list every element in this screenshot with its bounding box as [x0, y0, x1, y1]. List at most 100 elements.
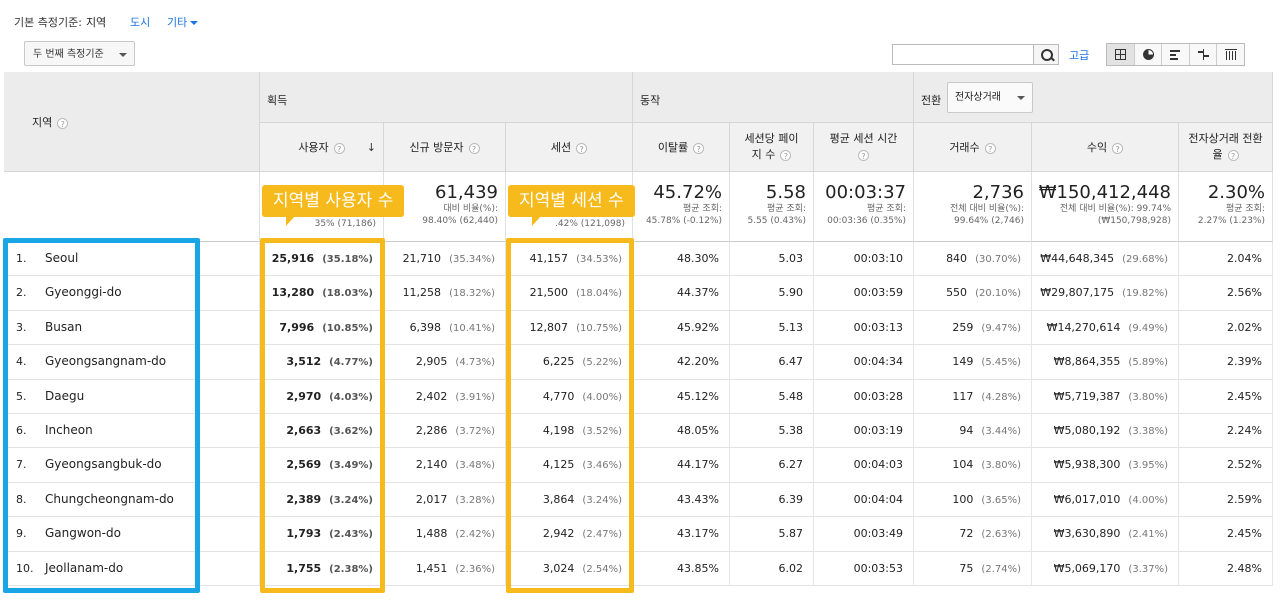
totals-transactions-sub1: 전체 대비 비율(%):	[949, 204, 1024, 214]
bounce-cell: 48.05%	[633, 414, 730, 449]
performance-view-button[interactable]	[1162, 44, 1190, 65]
avg-session-duration-column-header[interactable]: 평균 세션 시간?	[814, 123, 914, 172]
totals-avg-duration: 00:03:37 평균 조회: 00:03:36 (0.35%)	[814, 172, 914, 242]
acquisition-group-header: 획득	[260, 72, 633, 123]
rate-value: 2.48%	[1227, 561, 1262, 575]
pages-value: 6.27	[778, 458, 804, 472]
secondary-dimension-dropdown[interactable]: 두 번째 측정기준	[24, 41, 135, 66]
rate-cell: 2.45%	[1179, 517, 1273, 552]
chevron-down-icon	[1017, 96, 1025, 100]
rev-cell: ₩3,630,890 (2.41%)	[1032, 517, 1179, 552]
txn-cell: 104 (3.80%)	[914, 448, 1032, 483]
new-value: 2,402	[415, 389, 448, 403]
rate-cell: 2.52%	[1179, 448, 1273, 483]
dur-cell: 00:03:53	[814, 551, 914, 586]
totals-bounce-rate: 45.72% 평균 조회: 45.78% (-0.12%)	[633, 172, 730, 242]
pages-value: 5.90	[778, 286, 804, 300]
dur-value: 00:03:10	[853, 252, 903, 265]
bounce-value: 48.05%	[677, 424, 719, 437]
revenue-column-header[interactable]: 수익?	[1032, 123, 1179, 172]
sessions-column-header[interactable]: 세션?	[506, 123, 633, 172]
help-icon[interactable]: ?	[693, 142, 705, 154]
help-icon[interactable]: ?	[780, 149, 792, 161]
primary-dimension-caption: 기본 측정기준:	[14, 16, 82, 29]
new-cell: 2,402 (3.91%)	[384, 379, 506, 414]
conversion-group-header: 전환 전자상거래	[914, 72, 1273, 123]
new-users-header-label: 신규 방문자	[409, 141, 464, 154]
txn-value: 75	[959, 561, 974, 575]
new-percent: (3.91%)	[455, 391, 495, 403]
bounce-rate-header-label: 이탈률	[657, 141, 689, 154]
pie-view-button[interactable]	[1135, 44, 1163, 65]
rate-value: 2.52%	[1227, 458, 1262, 472]
totals-revenue: ₩150,412,448 전체 대비 비율(%): 99.74% (₩150,7…	[1032, 172, 1179, 242]
rev-value: ₩5,938,300	[1053, 458, 1121, 472]
rate-value: 2.24%	[1227, 424, 1262, 437]
rate-value: 2.39%	[1227, 355, 1262, 369]
help-icon[interactable]: ?	[1112, 142, 1124, 154]
primary-dimension-current[interactable]: 지역	[86, 16, 106, 29]
pages-cell: 6.02	[730, 551, 814, 586]
new-value: 2,017	[415, 492, 448, 506]
rev-percent: (4.00%)	[1128, 494, 1168, 506]
pages-per-session-column-header[interactable]: 세션당 페이지 수?	[730, 123, 814, 172]
bounce-cell: 45.12%	[633, 379, 730, 414]
dur-value: 00:03:53	[853, 561, 903, 575]
comparison-view-button[interactable]	[1190, 44, 1218, 65]
help-icon[interactable]: ?	[858, 149, 869, 161]
help-icon[interactable]: ?	[576, 142, 588, 154]
txn-percent: (2.63%)	[981, 529, 1021, 541]
table-search-input[interactable]	[892, 44, 1034, 65]
help-icon[interactable]: ?	[1227, 149, 1239, 161]
advanced-filter-link[interactable]: 고급	[1069, 47, 1089, 63]
ecommerce-conversion-rate-header-label: 전자상거래 전환율	[1188, 132, 1263, 161]
ecommerce-conversion-rate-column-header[interactable]: 전자상거래 전환율?	[1179, 123, 1273, 172]
rate-cell: 2.39%	[1179, 345, 1273, 380]
pages-cell: 5.90	[730, 276, 814, 311]
rev-cell: ₩44,648,345 (29.68%)	[1032, 242, 1179, 277]
txn-percent: (2.74%)	[981, 563, 1021, 575]
txn-cell: 117 (4.28%)	[914, 379, 1032, 414]
rev-percent: (29.68%)	[1122, 254, 1168, 265]
new-cell: 21,710 (35.34%)	[384, 242, 506, 277]
comparison-icon	[1197, 49, 1209, 60]
rev-value: ₩5,069,170	[1053, 561, 1121, 575]
dur-cell: 00:03:49	[814, 517, 914, 552]
help-icon[interactable]: ?	[57, 117, 69, 129]
dur-value: 00:04:03	[853, 458, 903, 472]
rev-value: ₩14,270,614	[1046, 320, 1121, 334]
txn-cell: 72 (2.63%)	[914, 517, 1032, 552]
pie-chart-icon	[1142, 49, 1154, 60]
users-column-header[interactable]: 사용자? ↓	[260, 123, 384, 172]
city-dimension-link[interactable]: 도시	[130, 14, 150, 30]
totals-pages-sub1: 평균 조회:	[766, 204, 806, 214]
other-dimension-link[interactable]: 기타	[167, 14, 199, 30]
rev-value: ₩5,080,192	[1053, 424, 1121, 437]
help-icon[interactable]: ?	[984, 142, 996, 154]
rev-value: ₩6,017,010	[1053, 492, 1121, 506]
new-value: 1,488	[415, 527, 448, 541]
rev-value: ₩29,807,175	[1040, 286, 1115, 300]
totals-pages-sub2: 5.55 (0.43%)	[747, 216, 806, 226]
dur-cell: 00:03:19	[814, 414, 914, 449]
primary-dimension-bar: 기본 측정기준: 지역 도시 기타	[0, 0, 1280, 38]
rev-cell: ₩5,080,192 (3.38%)	[1032, 414, 1179, 449]
sort-descending-icon: ↓	[366, 141, 376, 154]
help-icon[interactable]: ?	[468, 142, 480, 154]
search-button[interactable]	[1033, 44, 1059, 65]
new-value: 2,140	[415, 458, 448, 472]
dur-value: 00:03:49	[853, 527, 903, 541]
new-cell: 2,286 (3.72%)	[384, 414, 506, 449]
new-users-column-header[interactable]: 신규 방문자?	[384, 123, 506, 172]
goal-selector-dropdown[interactable]: 전자상거래	[947, 82, 1033, 113]
help-icon[interactable]: ?	[333, 142, 345, 154]
new-cell: 2,017 (3.28%)	[384, 482, 506, 518]
transactions-column-header[interactable]: 거래수?	[914, 123, 1032, 172]
table-view-button[interactable]	[1107, 44, 1135, 65]
rate-cell: 2.02%	[1179, 310, 1273, 346]
bounce-rate-column-header[interactable]: 이탈률?	[633, 123, 730, 172]
pivot-view-button[interactable]	[1217, 44, 1244, 65]
txn-percent: (3.44%)	[981, 426, 1021, 437]
dur-cell: 00:04:34	[814, 345, 914, 380]
region-column-header[interactable]: 지역?	[4, 72, 260, 172]
